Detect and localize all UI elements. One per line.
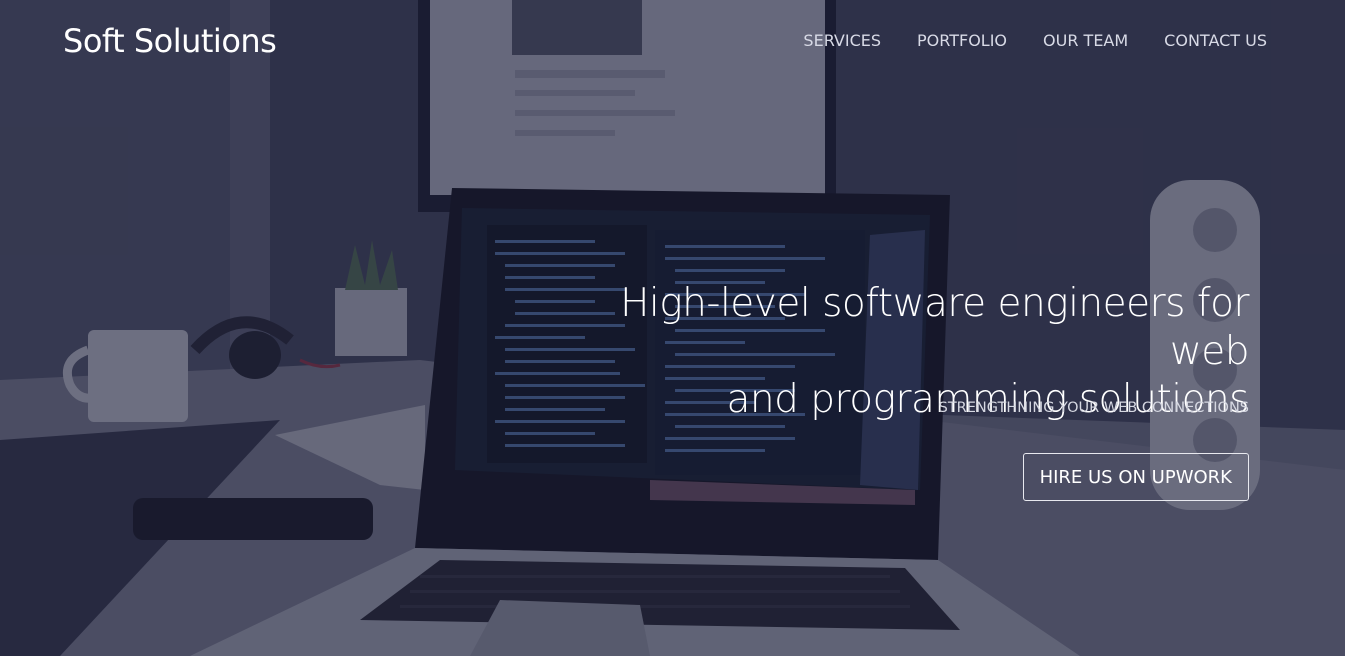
hero-headline-line-1: High-level software engineers for web <box>620 281 1249 374</box>
nav-link-contact-us[interactable]: CONTACT US <box>1164 31 1267 50</box>
hero-subheadline: STRENGTHNING YOUR WEB CONNECTIONS <box>938 400 1249 416</box>
brand-logo-link[interactable]: Soft Solutions <box>63 22 277 60</box>
hero-section: Soft Solutions SERVICES PORTFOLIO OUR TE… <box>0 0 1345 656</box>
nav-link-our-team[interactable]: OUR TEAM <box>1043 31 1128 50</box>
nav-menu: SERVICES PORTFOLIO OUR TEAM CONTACT US <box>803 31 1267 50</box>
nav-link-portfolio[interactable]: PORTFOLIO <box>917 31 1007 50</box>
hire-us-upwork-button[interactable]: HIRE US ON UPWORK <box>1022 453 1249 501</box>
top-navbar: Soft Solutions SERVICES PORTFOLIO OUR TE… <box>0 0 1345 82</box>
nav-link-services[interactable]: SERVICES <box>803 31 881 50</box>
